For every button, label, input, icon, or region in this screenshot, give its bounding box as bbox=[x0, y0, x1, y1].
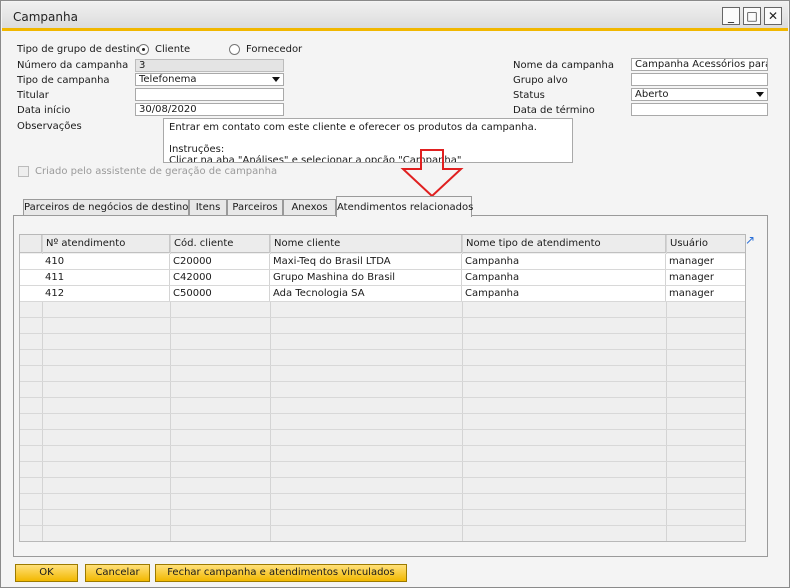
holder-label: Titular bbox=[17, 90, 49, 101]
cell-user: manager bbox=[669, 256, 714, 267]
target-group-label: Grupo alvo bbox=[513, 75, 568, 86]
campaign-type-value: Telefonema bbox=[139, 74, 197, 85]
grid-header-customer-name[interactable]: Nome cliente bbox=[270, 235, 462, 253]
tab-related-activities[interactable]: Atendimentos relacionados bbox=[336, 196, 473, 217]
table-row-empty bbox=[20, 382, 745, 398]
table-row[interactable]: 412 C50000 Ada Tecnologia SA Campanha ma… bbox=[20, 286, 745, 302]
activities-grid: Nº atendimento Cód. cliente Nome cliente… bbox=[19, 234, 746, 542]
table-row-empty bbox=[20, 526, 745, 541]
table-row-empty bbox=[20, 430, 745, 446]
cell-activity-number: 411 bbox=[42, 270, 170, 285]
table-row-empty bbox=[20, 414, 745, 430]
maximize-button[interactable]: □ bbox=[743, 7, 761, 25]
grid-header-user[interactable]: Usuário bbox=[666, 235, 745, 253]
table-row-empty bbox=[20, 494, 745, 510]
cell-activity-number: 412 bbox=[42, 286, 170, 301]
tab-partners[interactable]: Parceiros bbox=[227, 199, 283, 216]
table-row-empty bbox=[20, 318, 745, 334]
tab-attachments[interactable]: Anexos bbox=[283, 199, 336, 216]
radio-fornecedor-label[interactable]: Fornecedor bbox=[246, 44, 302, 56]
cell-user: manager bbox=[669, 288, 714, 299]
end-date-field[interactable] bbox=[631, 103, 768, 116]
campaign-type-label: Tipo de campanha bbox=[17, 75, 110, 86]
campaign-number-label: Número da campanha bbox=[17, 60, 129, 71]
cell-activity-number: 410 bbox=[42, 254, 170, 269]
chevron-down-icon bbox=[756, 92, 764, 97]
annotation-arrow-shape bbox=[400, 149, 464, 198]
cell-customer-name: Ada Tecnologia SA bbox=[270, 286, 462, 301]
table-row-empty bbox=[20, 398, 745, 414]
cell-activity-type: Campanha bbox=[462, 286, 666, 301]
observations-line bbox=[169, 133, 567, 144]
cell-customer-name: Grupo Mashina do Brasil bbox=[270, 270, 462, 285]
table-row-empty bbox=[20, 510, 745, 526]
table-row-empty bbox=[20, 334, 745, 350]
grid-header-customer-code[interactable]: Cód. cliente bbox=[170, 235, 270, 253]
cell-customer-code: C20000 bbox=[170, 254, 270, 269]
observations-line: Clicar na aba "Análises" e selecionar a … bbox=[169, 155, 462, 163]
holder-field[interactable] bbox=[135, 88, 284, 101]
cell-user: manager bbox=[669, 272, 714, 283]
table-row-empty bbox=[20, 478, 745, 494]
annotation-arrow-icon bbox=[400, 149, 464, 198]
observations-line: Entrar em contato com este cliente e ofe… bbox=[169, 122, 537, 133]
tab-target-partners[interactable]: Parceiros de negócios de destino bbox=[23, 199, 189, 216]
grid-header-activity-number[interactable]: Nº atendimento bbox=[42, 235, 170, 253]
table-row[interactable]: 411 C42000 Grupo Mashina do Brasil Campa… bbox=[20, 270, 745, 286]
start-date-field[interactable]: 30/08/2020 bbox=[135, 103, 284, 116]
ok-button[interactable]: OK bbox=[15, 564, 78, 582]
chevron-down-icon bbox=[272, 77, 280, 82]
radio-cliente-label[interactable]: Cliente bbox=[155, 44, 190, 56]
table-row-empty bbox=[20, 366, 745, 382]
cell-customer-name: Maxi-Teq do Brasil LTDA bbox=[270, 254, 462, 269]
observations-line: Instruções: bbox=[169, 144, 225, 155]
table-row-empty bbox=[20, 446, 745, 462]
campaign-type-select[interactable]: Telefonema bbox=[135, 73, 284, 86]
radio-cliente[interactable] bbox=[138, 44, 149, 55]
grid-header-rownum bbox=[20, 235, 42, 253]
table-row[interactable]: 410 C20000 Maxi-Teq do Brasil LTDA Campa… bbox=[20, 254, 745, 270]
end-date-label: Data de término bbox=[513, 105, 595, 116]
title-bar: Campanha _ □ ✕ bbox=[2, 2, 788, 31]
close-button[interactable]: ✕ bbox=[764, 7, 782, 25]
status-value: Aberto bbox=[635, 89, 669, 100]
target-group-field[interactable] bbox=[631, 73, 768, 86]
start-date-label: Data início bbox=[17, 105, 71, 116]
radio-fornecedor[interactable] bbox=[229, 44, 240, 55]
window-title: Campanha bbox=[13, 10, 78, 24]
tab-items[interactable]: Itens bbox=[189, 199, 227, 216]
status-label: Status bbox=[513, 90, 545, 101]
campaign-number-field: 3 bbox=[135, 59, 284, 72]
target-group-type-label: Tipo de grupo de destino bbox=[17, 44, 142, 55]
table-row-empty bbox=[20, 302, 745, 318]
observations-label: Observações bbox=[17, 121, 82, 132]
campaign-window: Campanha _ □ ✕ Tipo de grupo de destino … bbox=[0, 0, 790, 588]
table-row-empty bbox=[20, 462, 745, 478]
table-row-empty bbox=[20, 350, 745, 366]
status-select[interactable]: Aberto bbox=[631, 88, 768, 101]
cell-activity-type: Campanha bbox=[462, 270, 666, 285]
campaign-name-field[interactable]: Campanha Acessórios para Di bbox=[631, 58, 768, 71]
observations-textarea[interactable]: Entrar em contato com este cliente e ofe… bbox=[163, 118, 573, 163]
expand-icon[interactable]: ↗ bbox=[745, 234, 755, 246]
minimize-button[interactable]: _ bbox=[722, 7, 740, 25]
created-by-wizard-checkbox bbox=[18, 166, 29, 177]
grid-header-activity-type[interactable]: Nome tipo de atendimento bbox=[462, 235, 666, 253]
campaign-name-label: Nome da campanha bbox=[513, 60, 614, 71]
cell-customer-code: C50000 bbox=[170, 286, 270, 301]
cell-customer-code: C42000 bbox=[170, 270, 270, 285]
close-campaign-button[interactable]: Fechar campanha e atendimentos vinculado… bbox=[155, 564, 407, 582]
cancel-button[interactable]: Cancelar bbox=[85, 564, 150, 582]
created-by-wizard-label: Criado pelo assistente de geração de cam… bbox=[35, 166, 278, 177]
cell-activity-type: Campanha bbox=[462, 254, 666, 269]
